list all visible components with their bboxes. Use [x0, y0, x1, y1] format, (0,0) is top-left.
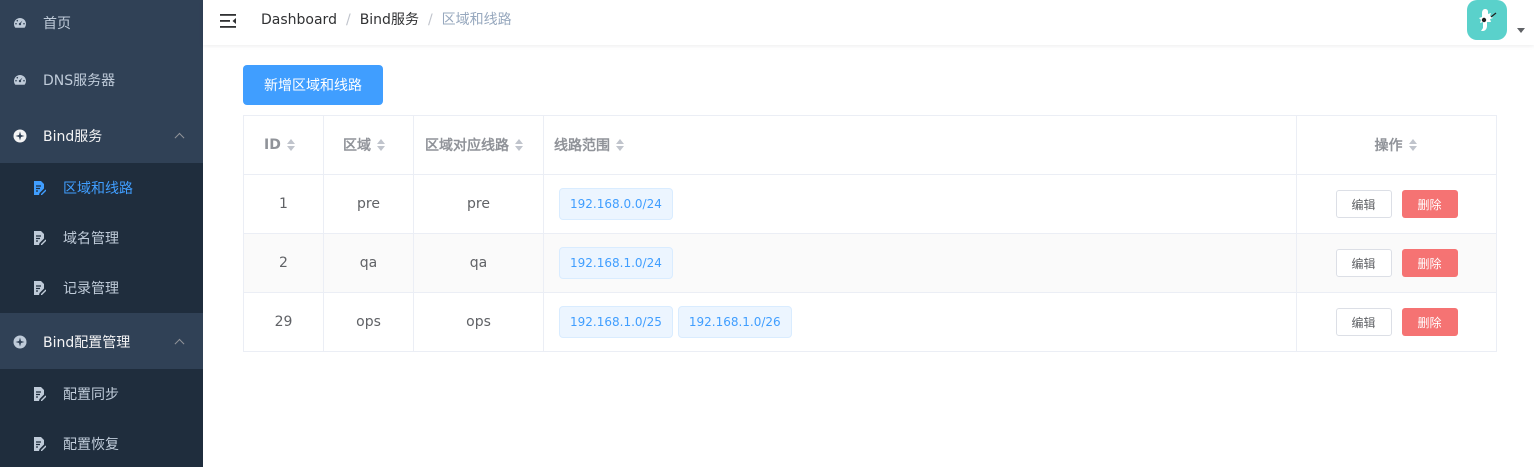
- document-edit-icon: [34, 231, 46, 245]
- cell-zone: pre: [324, 175, 414, 233]
- cell-id: 1: [244, 175, 324, 233]
- column-header-line-range[interactable]: 线路范围: [544, 116, 1297, 174]
- edit-button[interactable]: 编辑: [1335, 249, 1392, 277]
- sidebar-item-label: 首页: [43, 16, 71, 32]
- sidebar-item-bind-config[interactable]: Bind配置管理: [0, 314, 203, 370]
- document-edit-icon: [34, 181, 46, 195]
- range-tag: 192.168.1.0/24: [559, 247, 673, 279]
- breadcrumb-item-dashboard[interactable]: Dashboard: [261, 0, 337, 40]
- sidebar-item-bind-service[interactable]: Bind服务: [0, 108, 203, 164]
- cell-actions: 编辑 删除: [1297, 293, 1496, 351]
- delete-button[interactable]: 删除: [1401, 190, 1458, 218]
- cell-actions: 编辑 删除: [1297, 234, 1496, 292]
- table-row: 1 pre pre 192.168.0.0/24 编辑 删除: [244, 175, 1496, 234]
- zones-table: ID 区域 区域对应线路 线路范围 操作 1 pre pre 192.168.0…: [243, 115, 1497, 352]
- cell-id: 2: [244, 234, 324, 292]
- sort-icon[interactable]: [377, 138, 387, 152]
- column-header-label: 操作: [1374, 138, 1403, 154]
- document-edit-icon: [34, 387, 46, 401]
- sidebar-item-label: Bind服务: [43, 129, 103, 145]
- sidebar-item-zones-lines[interactable]: 区域和线路: [0, 163, 203, 213]
- sidebar-item-dns-servers[interactable]: DNS服务器: [0, 52, 203, 108]
- table-row: 29 ops ops 192.168.1.0/25 192.168.1.0/26…: [244, 293, 1496, 351]
- add-zone-line-button[interactable]: 新增区域和线路: [243, 65, 383, 105]
- table-header-row: ID 区域 区域对应线路 线路范围 操作: [244, 116, 1496, 175]
- cell-zone-line: qa: [414, 234, 544, 292]
- column-header-zone-line[interactable]: 区域对应线路: [414, 116, 544, 174]
- sort-icon[interactable]: [515, 138, 525, 152]
- sidebar-item-config-restore[interactable]: 配置恢复: [0, 419, 203, 469]
- cell-line-range: 192.168.1.0/25 192.168.1.0/26: [544, 293, 1297, 351]
- column-header-actions[interactable]: 操作: [1297, 116, 1496, 174]
- cell-line-range: 192.168.1.0/24: [544, 234, 1297, 292]
- document-edit-icon: [34, 281, 46, 295]
- cell-actions: 编辑 删除: [1297, 175, 1496, 233]
- sidebar-item-home[interactable]: 首页: [0, 0, 203, 51]
- sort-icon[interactable]: [286, 138, 297, 152]
- avatar[interactable]: [1467, 0, 1507, 40]
- sort-icon[interactable]: [1408, 138, 1419, 152]
- column-header-label: 区域: [343, 138, 371, 154]
- chevron-up-icon: [174, 338, 185, 349]
- sidebar-item-record-management[interactable]: 记录管理: [0, 263, 203, 313]
- sidebar-item-label: 记录管理: [63, 281, 119, 297]
- sidebar-item-label: Bind配置管理: [43, 335, 131, 351]
- sidebar-item-label: 域名管理: [63, 231, 119, 247]
- caret-down-icon[interactable]: [1517, 28, 1525, 33]
- cell-zone: ops: [324, 293, 414, 351]
- sidebar-item-config-sync[interactable]: 配置同步: [0, 369, 203, 419]
- cell-zone-line: ops: [414, 293, 544, 351]
- range-tag: 192.168.1.0/25: [559, 306, 673, 338]
- sidebar-item-label: 区域和线路: [63, 181, 133, 197]
- cell-zone-line: pre: [414, 175, 544, 233]
- cell-zone: qa: [324, 234, 414, 292]
- sidebar-item-domain-management[interactable]: 域名管理: [0, 213, 203, 263]
- menu-fold-icon[interactable]: [220, 13, 237, 29]
- sidebar: 首页 DNS服务器 Bind服务 区域和线路 域名管理 记录管理 Bind配置管…: [0, 0, 203, 467]
- avatar-icon: [1479, 9, 1497, 31]
- dashboard-icon: [14, 75, 26, 85]
- compass-icon: [13, 129, 27, 143]
- edit-button[interactable]: 编辑: [1335, 308, 1392, 336]
- delete-button[interactable]: 删除: [1401, 249, 1458, 277]
- navbar: Dashboard / Bind服务 / 区域和线路: [203, 0, 1534, 45]
- chevron-up-icon: [174, 132, 185, 143]
- dashboard-icon: [14, 18, 26, 28]
- breadcrumb: Dashboard / Bind服务 / 区域和线路: [261, 0, 512, 40]
- breadcrumb-separator: /: [427, 12, 433, 28]
- breadcrumb-item-bind-service[interactable]: Bind服务: [360, 0, 419, 40]
- column-header-zone[interactable]: 区域: [324, 116, 414, 174]
- sidebar-item-label: 配置恢复: [63, 437, 119, 453]
- column-header-label: ID: [264, 137, 281, 153]
- breadcrumb-item-current: 区域和线路: [441, 12, 512, 28]
- edit-button[interactable]: 编辑: [1335, 190, 1392, 218]
- range-tag: 192.168.0.0/24: [559, 188, 673, 220]
- table-row: 2 qa qa 192.168.1.0/24 编辑 删除: [244, 234, 1496, 293]
- sidebar-item-label: 配置同步: [63, 387, 119, 403]
- column-header-id[interactable]: ID: [244, 116, 324, 174]
- range-tag: 192.168.1.0/26: [677, 306, 792, 338]
- document-edit-icon: [34, 437, 46, 451]
- column-header-label: 线路范围: [554, 138, 610, 154]
- sidebar-item-label: DNS服务器: [43, 73, 116, 89]
- sort-icon[interactable]: [616, 138, 626, 152]
- cell-id: 29: [244, 293, 324, 351]
- breadcrumb-separator: /: [345, 12, 351, 28]
- compass-icon: [13, 335, 27, 349]
- delete-button[interactable]: 删除: [1401, 308, 1458, 336]
- column-header-label: 区域对应线路: [425, 138, 509, 154]
- cell-line-range: 192.168.0.0/24: [544, 175, 1297, 233]
